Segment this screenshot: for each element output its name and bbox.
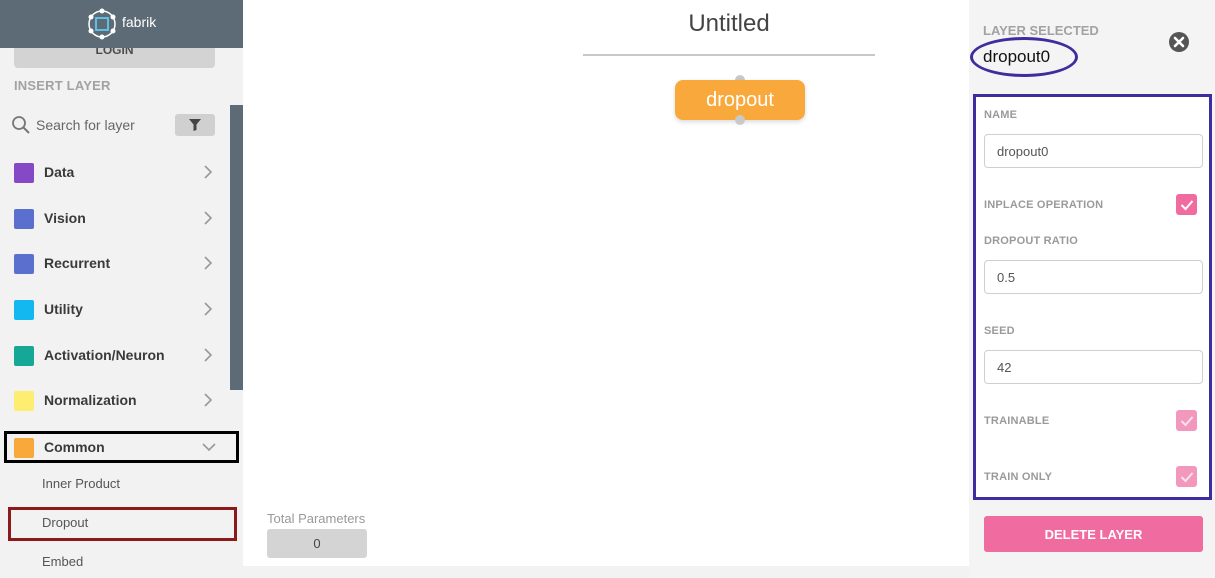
network-canvas[interactable] xyxy=(243,0,969,568)
name-field-label: NAME xyxy=(984,109,1018,121)
category-label: Activation/Neuron xyxy=(44,347,165,363)
seed-field[interactable] xyxy=(984,350,1203,384)
chevron-down-icon xyxy=(202,443,216,452)
layer-item-embed[interactable]: Embed xyxy=(42,554,83,569)
seed-label: SEED xyxy=(984,325,1015,337)
category-color-swatch xyxy=(14,209,34,229)
title-underline xyxy=(583,54,875,56)
chevron-right-icon xyxy=(204,211,213,225)
layer-search-input[interactable] xyxy=(36,115,168,135)
trainable-label: TRAINABLE xyxy=(984,415,1050,427)
category-common[interactable]: Common xyxy=(4,431,239,463)
category-color-swatch xyxy=(14,346,34,366)
category-vision[interactable]: Vision xyxy=(0,199,228,237)
checkmark-icon xyxy=(1180,415,1193,426)
close-icon[interactable] xyxy=(1168,31,1190,53)
filter-button[interactable] xyxy=(175,114,215,136)
category-color-swatch xyxy=(14,438,34,458)
canvas-footer xyxy=(243,566,969,578)
category-normalization[interactable]: Normalization xyxy=(0,381,228,419)
sidebar: fabrik LOGIN INSERT LAYER Data Vision Re… xyxy=(0,0,243,578)
category-label: Utility xyxy=(44,301,83,317)
category-label: Data xyxy=(44,164,75,180)
dropout-ratio-label: DROPOUT RATIO xyxy=(984,235,1079,247)
delete-layer-button[interactable]: DELETE LAYER xyxy=(984,516,1203,552)
category-color-swatch xyxy=(14,254,34,274)
category-label: Common xyxy=(44,439,105,455)
category-color-swatch xyxy=(14,300,34,320)
chevron-right-icon xyxy=(204,348,213,362)
category-recurrent[interactable]: Recurrent xyxy=(0,244,228,282)
insert-layer-heading: INSERT LAYER xyxy=(14,78,111,93)
selected-layer-name: dropout0 xyxy=(983,47,1051,66)
inplace-operation-checkbox[interactable] xyxy=(1176,194,1197,215)
inplace-operation-label: INPLACE OPERATION xyxy=(984,199,1104,211)
category-utility[interactable]: Utility xyxy=(0,290,228,328)
category-color-swatch xyxy=(14,163,34,183)
layer-node-dropout[interactable]: dropout xyxy=(675,80,805,120)
chevron-right-icon xyxy=(204,302,213,316)
train-only-checkbox[interactable] xyxy=(1176,466,1197,487)
login-button[interactable]: LOGIN xyxy=(14,48,215,68)
filter-icon xyxy=(189,119,201,131)
sidebar-scrollbar[interactable] xyxy=(230,105,243,390)
category-color-swatch xyxy=(14,391,34,411)
layer-selected-heading: LAYER SELECTED xyxy=(983,23,1099,38)
dropout-ratio-field[interactable] xyxy=(984,260,1203,294)
category-label: Vision xyxy=(44,210,86,226)
chevron-right-icon xyxy=(204,393,213,407)
category-data[interactable]: Data xyxy=(0,153,228,191)
layer-item-inner-product[interactable]: Inner Product xyxy=(42,476,120,491)
brand-bar: fabrik xyxy=(0,0,243,48)
chevron-right-icon xyxy=(204,165,213,179)
node-output-port[interactable] xyxy=(735,115,745,125)
chevron-right-icon xyxy=(204,256,213,270)
checkmark-icon xyxy=(1180,471,1193,482)
total-parameters-value: 0 xyxy=(267,529,367,558)
category-label: Normalization xyxy=(44,392,137,408)
trainable-checkbox[interactable] xyxy=(1176,410,1197,431)
fabrik-logo-icon xyxy=(88,8,116,40)
network-title[interactable]: Untitled xyxy=(583,10,875,38)
total-parameters-label: Total Parameters xyxy=(267,511,366,526)
category-activation-neuron[interactable]: Activation/Neuron xyxy=(0,336,228,374)
name-field[interactable] xyxy=(984,134,1203,168)
layer-item-dropout[interactable]: Dropout xyxy=(42,515,88,530)
checkmark-icon xyxy=(1180,199,1193,210)
train-only-label: TRAIN ONLY xyxy=(984,471,1053,483)
search-icon xyxy=(12,116,30,134)
category-label: Recurrent xyxy=(44,255,111,271)
brand-name: fabrik xyxy=(122,14,157,30)
